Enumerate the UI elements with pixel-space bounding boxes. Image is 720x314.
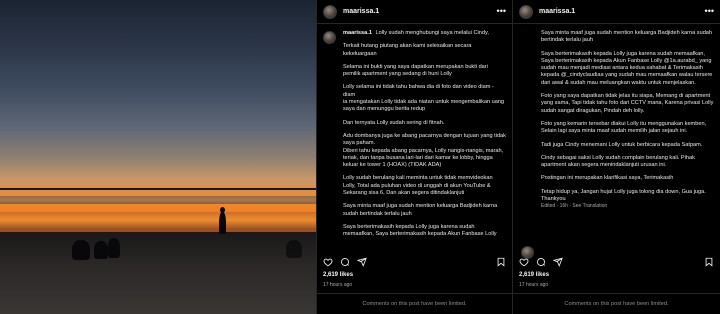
- avatar[interactable]: [519, 4, 533, 19]
- action-bar: [323, 256, 506, 268]
- caption-meta[interactable]: Edited · 16h · See Translation: [541, 203, 714, 210]
- person-silhouette: [108, 238, 120, 258]
- sea-band: [0, 196, 316, 204]
- like-count[interactable]: 2,619 likes: [323, 272, 353, 278]
- caption: Saya minta maaf juga sudah mention kelua…: [541, 30, 714, 245]
- heart-icon[interactable]: [519, 257, 529, 267]
- bookmark-icon[interactable]: [704, 257, 714, 267]
- username[interactable]: maarissa.1: [343, 8, 379, 15]
- username[interactable]: maarissa.1: [539, 8, 575, 15]
- person-silhouette: [219, 212, 226, 234]
- caption-paragraph: Cindy sebagai saksi Lolly sudah complain…: [541, 154, 695, 169]
- heart-icon[interactable]: [323, 257, 333, 267]
- person-head: [220, 207, 225, 213]
- sun-reflection: [0, 212, 316, 230]
- caption-paragraph: Lolly sudah berulang kali meminta untuk …: [343, 175, 493, 197]
- caption-paragraph: Terkait hutang piutang akan kami selesai…: [343, 43, 472, 57]
- beach-sand: [0, 232, 316, 314]
- caption-paragraph: Adu dombanya juga ke abang pacarnya deng…: [343, 132, 506, 169]
- action-bar: [519, 256, 714, 268]
- more-icon[interactable]: •••: [497, 7, 506, 16]
- post-photo[interactable]: [0, 0, 316, 314]
- caption-area: Saya minta maaf juga sudah mention kelua…: [513, 25, 720, 245]
- caption-paragraph: Tadi juga Cindy menemani Lolly untuk ber…: [541, 141, 703, 148]
- person-silhouette: [286, 240, 302, 258]
- avatar[interactable]: [323, 31, 336, 44]
- post-header: maarissa.1 •••: [513, 0, 720, 24]
- caption-username[interactable]: maarissa.1: [343, 30, 372, 36]
- comments-limited-notice: Comments on this post have been limited.: [513, 293, 720, 314]
- caption: maarissa.1 Lolly sudah menghubungi saya …: [343, 30, 506, 245]
- comment-icon[interactable]: [340, 257, 350, 267]
- caption-paragraph: Postingan ini merupakan klarifikasi saya…: [541, 175, 674, 182]
- caption-paragraph: Tetap hidup ya, Jangan hujat Lolly juga …: [541, 188, 706, 203]
- person-silhouette: [72, 240, 90, 260]
- caption-paragraph: Selama ini bukti yang saya dapatkan meru…: [343, 63, 488, 78]
- post-header: maarissa.1 •••: [317, 0, 512, 24]
- caption-paragraph: Saya berterimakasih kepada Lolly juga ka…: [343, 223, 497, 238]
- caption-paragraph: Saya berterimakasih kepada Lolly juga ka…: [541, 50, 713, 86]
- comment-icon[interactable]: [536, 257, 546, 267]
- like-count[interactable]: 2,619 likes: [519, 272, 549, 278]
- caption-paragraph: Saya minta maaf juga sudah mention kelua…: [541, 30, 713, 44]
- post-panel-right: maarissa.1 ••• Saya minta maaf juga suda…: [512, 0, 720, 314]
- caption-area: maarissa.1 Lolly sudah menghubungi saya …: [317, 25, 512, 245]
- caption-paragraph: Foto yang kemarin tersebar diakui Lolly …: [541, 120, 707, 135]
- bookmark-icon[interactable]: [496, 257, 506, 267]
- send-icon[interactable]: [357, 257, 367, 267]
- comments-limited-notice: Comments on this post have been limited.: [317, 293, 512, 314]
- caption-paragraph: Saya minta maaf juga sudah mention kelua…: [343, 203, 498, 217]
- horizon-line: [0, 188, 316, 190]
- caption-paragraph: maarissa.1 Lolly sudah menghubungi saya …: [343, 30, 489, 36]
- person-silhouette: [94, 241, 108, 259]
- post-time[interactable]: 17 hours ago: [323, 282, 352, 288]
- caption-paragraph: Lolly selama ini tidak tahu bahwa dia di…: [343, 84, 505, 113]
- post-panel-left: maarissa.1 ••• maarissa.1 Lolly sudah me…: [316, 0, 512, 314]
- avatar[interactable]: [323, 4, 337, 19]
- send-icon[interactable]: [553, 257, 563, 267]
- more-icon[interactable]: •••: [705, 7, 714, 16]
- caption-paragraph: Foto yang saya dapatkan tidak jelas itu …: [541, 93, 714, 114]
- post-time[interactable]: 17 hours ago: [519, 282, 548, 288]
- caption-paragraph: Dan ternyata Lolly sudah sering di fitna…: [343, 119, 445, 126]
